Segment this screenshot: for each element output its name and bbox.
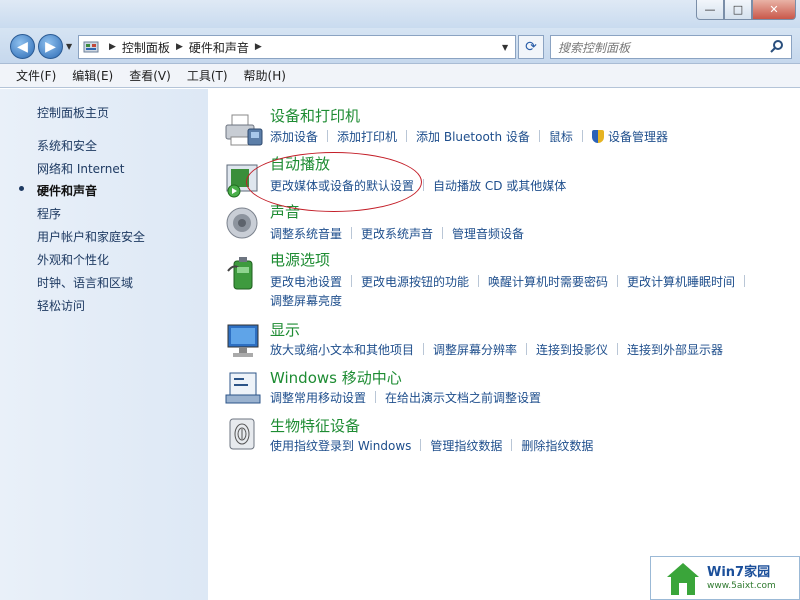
category-links: 调整常用移动设置 在给出演示文档之前调整设置 (270, 389, 541, 406)
sidebar-item-hardware-sound[interactable]: 硬件和声音 (37, 182, 97, 199)
search-input[interactable]: 搜索控制面板 (550, 35, 792, 59)
category-title[interactable]: 设备和打印机 (270, 105, 360, 126)
recent-pages-dropdown[interactable]: ▼ (66, 42, 72, 51)
menu-bar: 文件(F) 编辑(E) 查看(V) 工具(T) 帮助(H) (0, 64, 800, 88)
category-title[interactable]: 电源选项 (270, 249, 330, 270)
link-change-sounds[interactable]: 更改系统声音 (361, 227, 433, 241)
sidebar-item-system-security[interactable]: 系统和安全 (37, 137, 97, 154)
category-links: 调整系统音量 更改系统声音 管理音频设备 (270, 225, 524, 242)
menu-file[interactable]: 文件(F) (8, 67, 64, 84)
speaker-icon[interactable] (224, 203, 264, 243)
annotation-ellipse (246, 152, 422, 212)
address-dropdown-icon[interactable]: ▼ (502, 43, 508, 52)
category-links-row2: 调整屏幕亮度 (270, 292, 342, 309)
active-bullet-icon (19, 186, 24, 191)
sidebar-item-clock-language[interactable]: 时钟、语言和区域 (37, 274, 133, 291)
sidebar-item-appearance[interactable]: 外观和个性化 (37, 251, 109, 268)
link-sleep-time[interactable]: 更改计算机睡眠时间 (627, 275, 735, 289)
sidebar-item-ease-of-access[interactable]: 轻松访问 (37, 297, 85, 314)
left-navigation-pane: 控制面板主页 系统和安全 网络和 Internet 硬件和声音 程序 用户帐户和… (0, 89, 208, 600)
link-screen-resolution[interactable]: 调整屏幕分辨率 (433, 343, 517, 357)
breadcrumb-control-panel[interactable]: 控制面板 (122, 39, 170, 56)
maximize-button[interactable]: □ (724, 0, 752, 20)
link-add-printer[interactable]: 添加打印机 (337, 130, 397, 144)
link-text-size[interactable]: 放大或缩小文本和其他项目 (270, 343, 414, 357)
caption-buttons: — □ ✕ (696, 0, 796, 20)
address-bar[interactable]: ▶ 控制面板 ▶ 硬件和声音 ▶ (78, 35, 516, 59)
window-title-bar: — □ ✕ (0, 0, 800, 28)
link-manage-fingerprint[interactable]: 管理指纹数据 (430, 439, 502, 453)
link-wakeup-password[interactable]: 唤醒计算机时需要密码 (488, 275, 608, 289)
link-external-display[interactable]: 连接到外部显示器 (627, 343, 723, 357)
sidebar-item-programs[interactable]: 程序 (37, 205, 61, 222)
minimize-button[interactable]: — (696, 0, 724, 20)
link-add-device[interactable]: 添加设备 (270, 130, 318, 144)
menu-help[interactable]: 帮助(H) (236, 67, 294, 84)
link-projector[interactable]: 连接到投影仪 (536, 343, 608, 357)
shield-icon (591, 130, 604, 143)
sidebar-item-network-internet[interactable]: 网络和 Internet (37, 160, 124, 177)
link-add-bluetooth[interactable]: 添加 Bluetooth 设备 (416, 130, 530, 144)
link-fingerprint-logon[interactable]: 使用指纹登录到 Windows (270, 439, 411, 453)
menu-view[interactable]: 查看(V) (121, 67, 179, 84)
breadcrumb-hardware-sound[interactable]: 硬件和声音 (189, 39, 249, 56)
sidebar-item-user-accounts[interactable]: 用户帐户和家庭安全 (37, 228, 145, 245)
mobility-center-icon[interactable] (224, 369, 264, 409)
category-links: 更改电池设置 更改电源按钮的功能 唤醒计算机时需要密码 更改计算机睡眠时间 (270, 273, 754, 290)
printer-icon[interactable] (224, 111, 264, 151)
control-panel-icon (83, 41, 99, 53)
category-links: 使用指纹登录到 Windows 管理指纹数据 删除指纹数据 (270, 437, 593, 454)
search-icon[interactable] (769, 39, 785, 55)
category-links: 添加设备 添加打印机 添加 Bluetooth 设备 鼠标 设备管理器 (270, 128, 668, 145)
sidebar-item-home[interactable]: 控制面板主页 (37, 104, 109, 121)
breadcrumb-separator-icon[interactable]: ▶ (176, 42, 183, 52)
link-device-manager[interactable]: 设备管理器 (608, 130, 668, 144)
refresh-button[interactable]: ⟳ (518, 35, 544, 59)
fingerprint-icon[interactable] (224, 415, 264, 455)
link-mouse[interactable]: 鼠标 (549, 130, 573, 144)
category-links: 放大或缩小文本和其他项目 调整屏幕分辨率 连接到投影仪 连接到外部显示器 (270, 341, 723, 358)
link-power-buttons[interactable]: 更改电源按钮的功能 (361, 275, 469, 289)
search-placeholder: 搜索控制面板 (558, 40, 631, 55)
category-title[interactable]: 显示 (270, 319, 300, 340)
monitor-icon[interactable] (224, 321, 264, 361)
watermark-url: www.5aixt.com (707, 581, 776, 591)
breadcrumb-separator-icon[interactable]: ▶ (255, 42, 262, 52)
link-autoplay-cd[interactable]: 自动播放 CD 或其他媒体 (433, 179, 566, 193)
back-button[interactable]: ◀ (10, 34, 35, 59)
breadcrumb-separator-icon[interactable]: ▶ (109, 42, 116, 52)
close-button[interactable]: ✕ (752, 0, 796, 20)
category-title[interactable]: Windows 移动中心 (270, 367, 402, 388)
menu-tools[interactable]: 工具(T) (179, 67, 236, 84)
battery-icon[interactable] (224, 253, 264, 293)
category-title[interactable]: 生物特征设备 (270, 415, 360, 436)
link-manage-audio[interactable]: 管理音频设备 (452, 227, 524, 241)
link-screen-brightness[interactable]: 调整屏幕亮度 (270, 294, 342, 308)
watermark-title: Win7家园 (707, 565, 771, 580)
link-mobility-settings[interactable]: 调整常用移动设置 (270, 391, 366, 405)
site-watermark: Win7家园 www.5aixt.com (650, 556, 800, 600)
forward-button[interactable]: ▶ (38, 34, 63, 59)
menu-edit[interactable]: 编辑(E) (64, 67, 121, 84)
link-battery-settings[interactable]: 更改电池设置 (270, 275, 342, 289)
navigation-bar: ◀ ▶ ▼ ▶ 控制面板 ▶ 硬件和声音 ▶ ▼ ⟳ 搜索控制面板 (0, 28, 800, 64)
link-adjust-volume[interactable]: 调整系统音量 (270, 227, 342, 241)
house-logo-icon (667, 563, 699, 595)
link-delete-fingerprint[interactable]: 删除指纹数据 (521, 439, 593, 453)
link-presentation-settings[interactable]: 在给出演示文档之前调整设置 (385, 391, 541, 405)
